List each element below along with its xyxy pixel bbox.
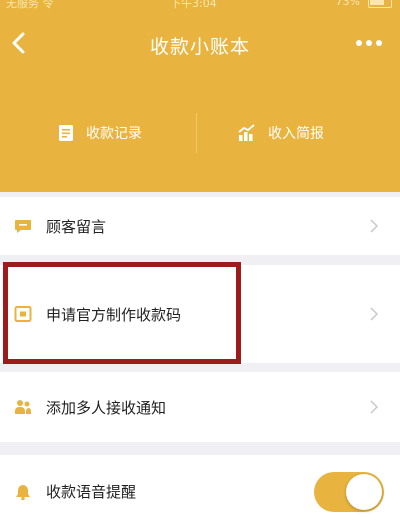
message-icon — [15, 220, 31, 233]
menu-item-label: 添加多人接收通知 — [46, 398, 167, 417]
chevron-right-icon — [370, 307, 378, 321]
menu-item-customer-messages[interactable]: 顾客留言 — [0, 197, 400, 255]
menu-item-apply-official-qrcode[interactable]: 申请官方制作收款码 — [0, 265, 400, 363]
header-bar: 无服务 令 下午3:04 73% 收款小账本 收款记录 收入简报 — [0, 0, 400, 192]
menu-item-add-multiple-receivers[interactable]: 添加多人接收通知 — [0, 372, 400, 442]
people-icon — [15, 400, 32, 414]
tab-payment-records[interactable]: 收款记录 — [58, 118, 142, 148]
status-carrier: 无服务 令 — [6, 0, 54, 10]
menu-item-label: 收款语音提醒 — [46, 483, 137, 501]
voice-reminder-toggle[interactable] — [314, 472, 384, 512]
status-battery-level: 73% — [335, 0, 360, 8]
chart-icon — [238, 124, 255, 141]
chevron-right-icon — [370, 219, 378, 233]
receipt-icon — [59, 125, 73, 141]
tab-label: 收款记录 — [86, 126, 142, 142]
page-title: 收款小账本 — [149, 36, 250, 58]
qrcode-card-icon — [14, 306, 32, 322]
toggle-knob — [346, 474, 382, 510]
menu-item-label: 申请官方制作收款码 — [46, 305, 182, 324]
tab-income-report[interactable]: 收入简报 — [238, 118, 324, 148]
tab-label: 收入简报 — [268, 126, 324, 142]
menu-item-label: 顾客留言 — [46, 217, 107, 236]
chevron-right-icon — [370, 400, 378, 414]
status-bar: 无服务 令 下午3:04 73% — [0, 0, 400, 14]
status-time: 下午3:04 — [170, 0, 217, 10]
more-options-icon[interactable] — [356, 38, 384, 48]
bell-icon — [16, 484, 30, 500]
tab-divider — [196, 113, 197, 153]
battery-icon — [368, 0, 392, 8]
